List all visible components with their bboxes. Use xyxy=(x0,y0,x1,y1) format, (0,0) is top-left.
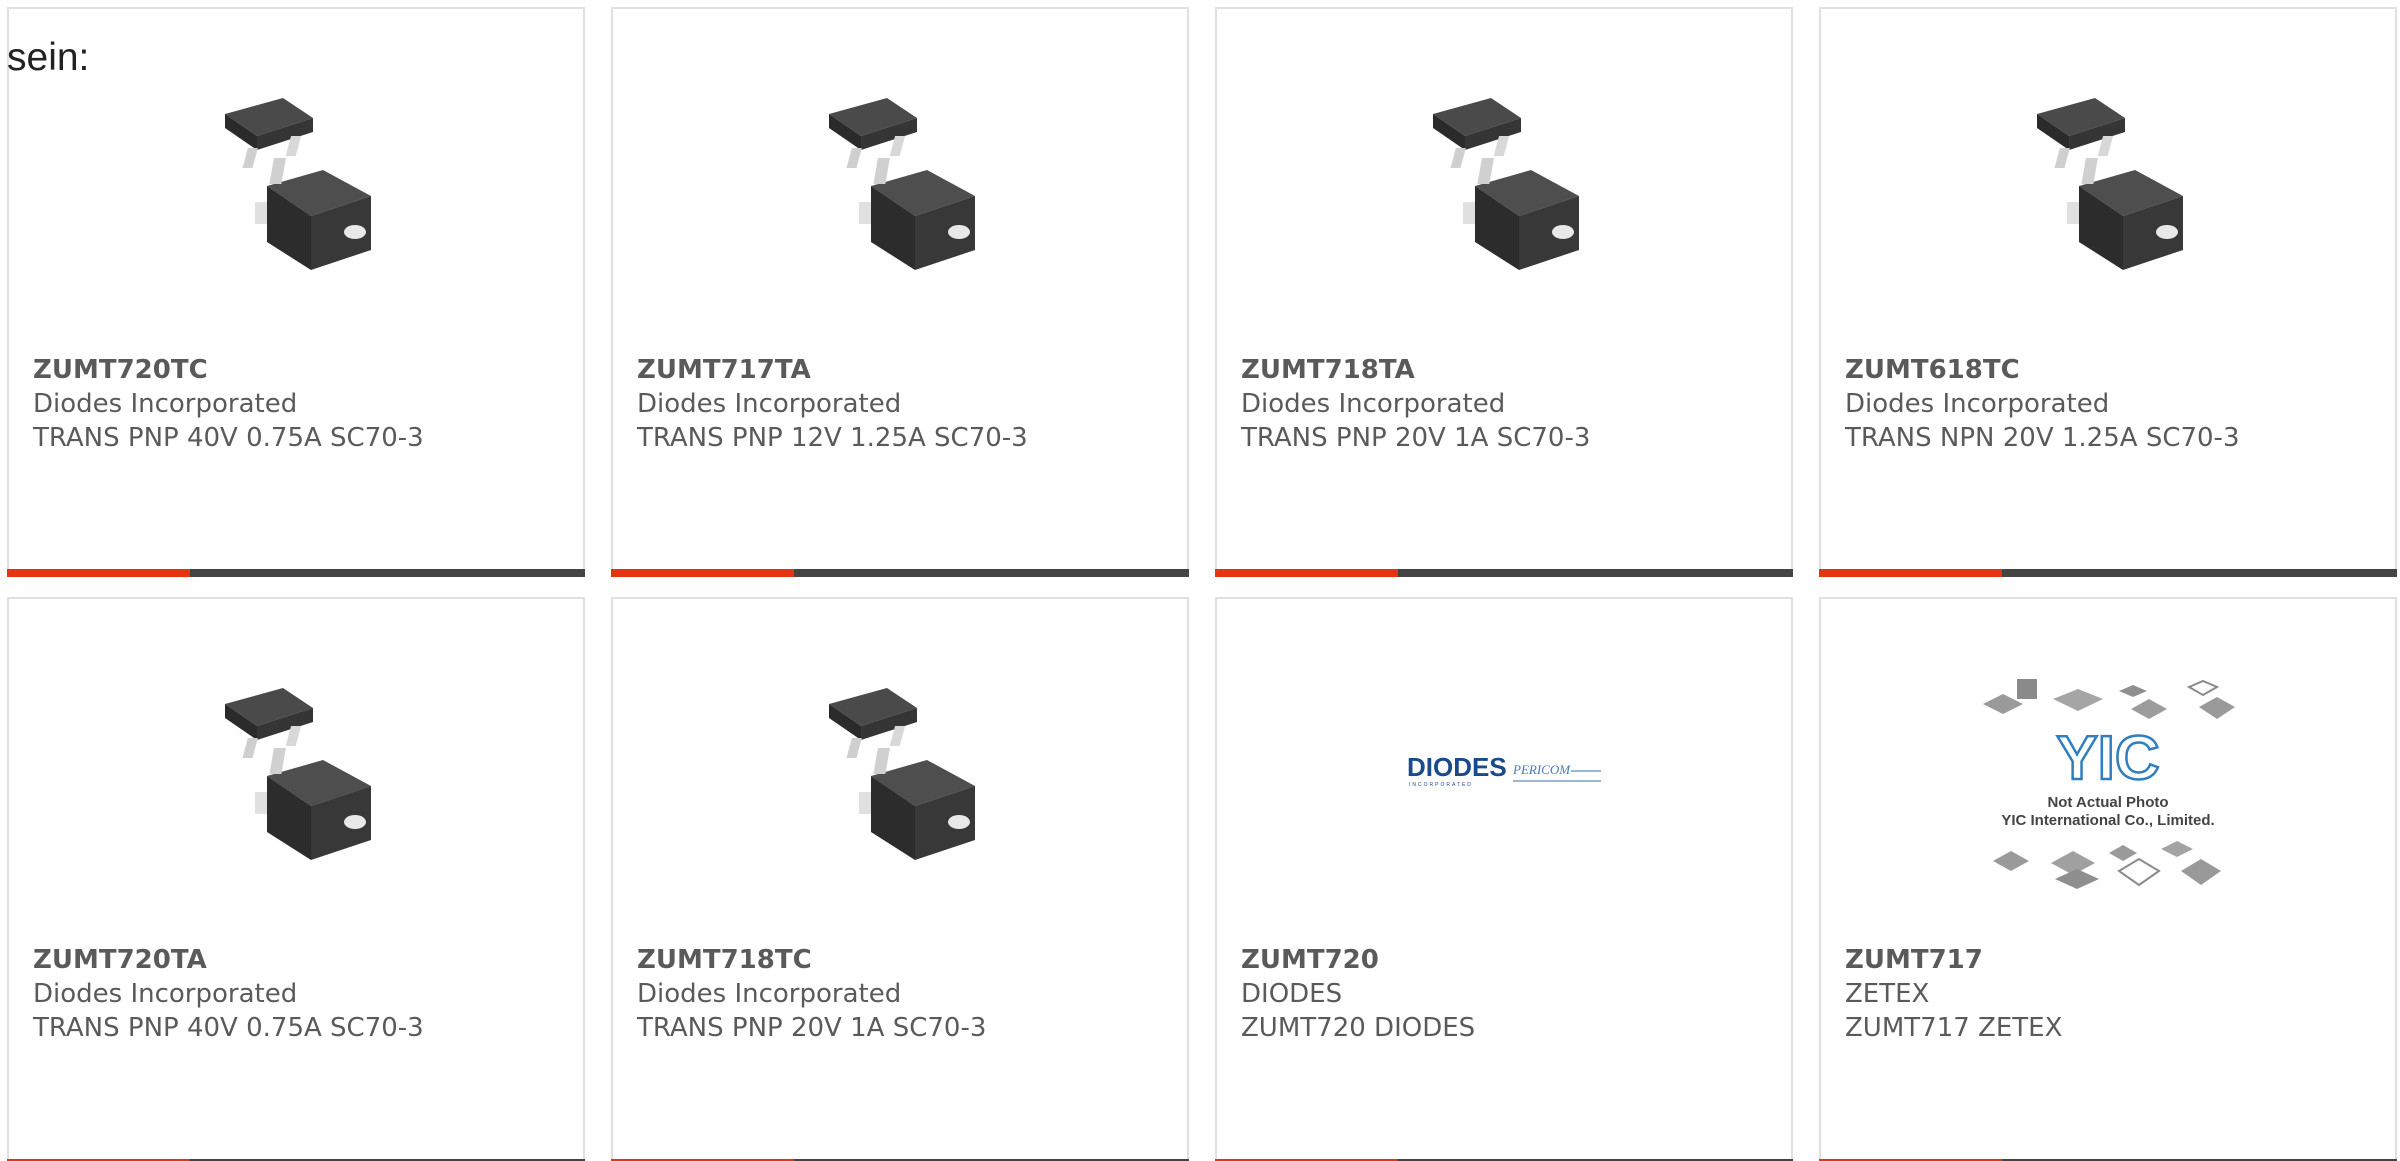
product-card[interactable]: ZUMT618TC Diodes Incorporated TRANS NPN … xyxy=(1819,7,2397,577)
card-accent-bar xyxy=(1215,569,1398,577)
manufacturer-name: Diodes Incorporated xyxy=(1845,389,2110,419)
part-number-link[interactable]: ZUMT618TC xyxy=(1845,353,2385,387)
part-number-link[interactable]: ZUMT717 xyxy=(1845,943,2385,977)
transistor-package-image[interactable] xyxy=(799,84,1003,288)
product-card[interactable]: ZUMT720TC Diodes Incorporated TRANS PNP … xyxy=(7,7,585,577)
transistor-package-image[interactable] xyxy=(1403,84,1607,288)
product-card[interactable]: DIODES INCORPORATED PERICOM ZUMT720 DIOD… xyxy=(1215,597,1793,1161)
product-description: TRANS PNP 20V 1A SC70-3 xyxy=(1241,423,1591,453)
transistor-package-image[interactable] xyxy=(195,84,399,288)
manufacturer-name: ZETEX xyxy=(1845,979,1930,1009)
diodes-logo-image[interactable]: DIODES INCORPORATED PERICOM xyxy=(1403,674,1607,878)
manufacturer-name: Diodes Incorporated xyxy=(637,979,902,1009)
yic-logo-text: YIC xyxy=(2056,724,2159,793)
product-card[interactable]: ZUMT720TA Diodes Incorporated TRANS PNP … xyxy=(7,597,585,1161)
part-number-link[interactable]: ZUMT720 xyxy=(1241,943,1781,977)
product-description: ZUMT717 ZETEX xyxy=(1845,1013,2063,1043)
product-grid-page: sein: ZUMT720TC Diodes Incorporated TRAN… xyxy=(0,0,2400,1161)
sc70-3-package-drawing xyxy=(225,688,371,860)
product-description: TRANS PNP 12V 1.25A SC70-3 xyxy=(637,423,1028,453)
sc70-3-package-drawing xyxy=(829,688,975,860)
part-number-link[interactable]: ZUMT720TA xyxy=(33,943,573,977)
manufacturer-name: Diodes Incorporated xyxy=(1241,389,1506,419)
product-card[interactable]: ZUMT718TA Diodes Incorporated TRANS PNP … xyxy=(1215,7,1793,577)
transistor-package-image[interactable] xyxy=(195,674,399,878)
manufacturer-name: Diodes Incorporated xyxy=(33,389,298,419)
manufacturer-name: DIODES xyxy=(1241,979,1343,1009)
not-actual-photo-text: Not Actual Photo xyxy=(2047,794,2168,811)
product-description: TRANS PNP 40V 0.75A SC70-3 xyxy=(33,1013,424,1043)
product-card[interactable]: ZUMT718TC Diodes Incorporated TRANS PNP … xyxy=(611,597,1189,1161)
manufacturer-name: Diodes Incorporated xyxy=(637,389,902,419)
pericom-logo-text: PERICOM xyxy=(1512,762,1571,777)
sc70-3-package-drawing xyxy=(829,98,975,270)
card-accent-bar xyxy=(7,569,190,577)
yic-company-text: YIC International Co., Limited. xyxy=(2001,812,2214,829)
sc70-3-package-drawing xyxy=(1433,98,1579,270)
card-bottom-bar xyxy=(1215,569,1793,577)
card-accent-bar xyxy=(1819,569,2002,577)
transistor-package-image[interactable] xyxy=(799,674,1003,878)
product-card[interactable]: ZUMT717TA Diodes Incorporated TRANS PNP … xyxy=(611,7,1189,577)
manufacturer-name: Diodes Incorporated xyxy=(33,979,298,1009)
part-number-link[interactable]: ZUMT718TA xyxy=(1241,353,1781,387)
product-description: ZUMT720 DIODES xyxy=(1241,1013,1476,1043)
part-number-link[interactable]: ZUMT718TC xyxy=(637,943,1177,977)
card-bottom-bar xyxy=(7,569,585,577)
product-description: TRANS PNP 20V 1A SC70-3 xyxy=(637,1013,987,1043)
product-description: TRANS NPN 20V 1.25A SC70-3 xyxy=(1845,423,2240,453)
part-number-link[interactable]: ZUMT717TA xyxy=(637,353,1177,387)
transistor-package-image[interactable] xyxy=(2007,84,2211,288)
sc70-3-package-drawing xyxy=(2037,98,2183,270)
part-number-link[interactable]: ZUMT720TC xyxy=(33,353,573,387)
diodes-logo-text: DIODES xyxy=(1407,752,1507,782)
yic-placeholder-image[interactable]: YIC Not Actual Photo YIC International C… xyxy=(1973,649,2243,899)
intro-text: sein: xyxy=(7,36,90,79)
sc70-3-package-drawing xyxy=(225,98,371,270)
diodes-logo-subtext: INCORPORATED xyxy=(1409,782,1473,788)
card-bottom-bar xyxy=(1819,569,2397,577)
product-card[interactable]: YIC Not Actual Photo YIC International C… xyxy=(1819,597,2397,1161)
product-description: TRANS PNP 40V 0.75A SC70-3 xyxy=(33,423,424,453)
card-bottom-bar xyxy=(611,569,1189,577)
card-accent-bar xyxy=(611,569,794,577)
